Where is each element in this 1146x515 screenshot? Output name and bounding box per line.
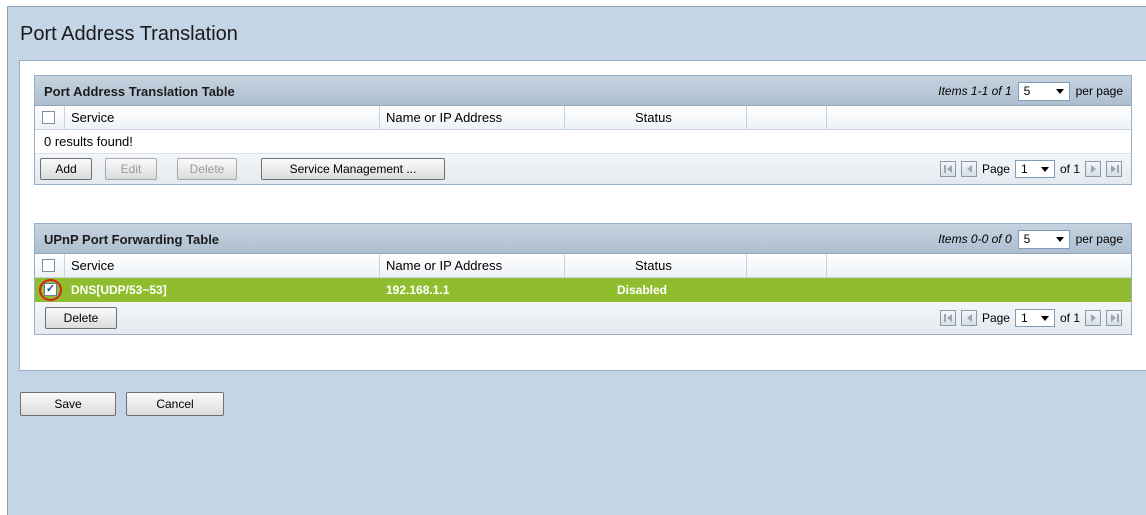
pat-page-of: of 1 xyxy=(1059,162,1080,176)
pat-items-count: Items 1-1 of 1 xyxy=(938,84,1012,98)
row-service: DNS[UDP/53~53] xyxy=(71,283,167,297)
pat-col-status[interactable]: Status xyxy=(565,106,747,130)
pat-action-row: Add Edit Delete Service Management ... P… xyxy=(35,154,1131,184)
chevron-down-icon xyxy=(1055,236,1064,242)
page-title: Port Address Translation xyxy=(20,23,238,45)
upnp-select-all-checkbox[interactable] xyxy=(42,259,55,272)
upnp-per-page-label: per page xyxy=(1075,232,1123,246)
upnp-per-page-select[interactable]: 5 xyxy=(1017,229,1070,249)
pat-table: Port Address Translation Table Items 1-1… xyxy=(34,75,1132,185)
upnp-action-row: Delete Page 1 of 1 xyxy=(35,302,1131,334)
upnp-items-count: Items 0-0 of 0 xyxy=(938,232,1012,246)
pat-col-service[interactable]: Service xyxy=(65,106,380,130)
table-row[interactable]: ✓ DNS[UDP/53~53] 192.168.1.1 Disabled xyxy=(35,278,1131,302)
pat-col-address[interactable]: Name or IP Address xyxy=(380,106,565,130)
row-checkbox[interactable]: ✓ xyxy=(44,283,57,296)
upnp-header-row: Service Name or IP Address Status xyxy=(35,254,1131,278)
row-address: 192.168.1.1 xyxy=(386,283,450,297)
upnp-select-all-cell xyxy=(35,254,65,278)
upnp-pager: Page 1 of 1 xyxy=(939,308,1122,328)
edit-button[interactable]: Edit xyxy=(105,158,157,180)
row-status: Disabled xyxy=(617,283,668,297)
next-page-icon[interactable] xyxy=(1085,310,1101,326)
chevron-down-icon xyxy=(1040,315,1049,321)
pat-per-page-label: per page xyxy=(1075,84,1123,98)
pat-select-all-cell xyxy=(35,106,65,130)
pat-page-select[interactable]: 1 xyxy=(1014,160,1055,178)
pat-pager: Page 1 of 1 xyxy=(939,159,1122,179)
chevron-down-icon xyxy=(1055,88,1064,94)
content-panel: Port Address Translation Table Items 1-1… xyxy=(19,60,1146,371)
pat-delete-button[interactable]: Delete xyxy=(177,158,237,180)
next-page-icon[interactable] xyxy=(1085,161,1101,177)
upnp-page-label: Page xyxy=(981,311,1010,325)
main-frame: Port Address Translation Port Address Tr… xyxy=(7,6,1146,515)
pat-col-extra xyxy=(747,106,827,130)
cancel-button[interactable]: Cancel xyxy=(126,392,224,416)
pat-header-row: Service Name or IP Address Status xyxy=(35,106,1131,130)
first-page-icon[interactable] xyxy=(939,310,956,326)
upnp-page-of: of 1 xyxy=(1059,311,1080,325)
prev-page-icon[interactable] xyxy=(960,310,977,326)
pat-table-title-bar: Port Address Translation Table Items 1-1… xyxy=(35,76,1131,106)
first-page-icon[interactable] xyxy=(939,161,956,177)
chevron-down-icon xyxy=(1040,166,1049,172)
pat-items-info: Items 1-1 of 1 5 per page xyxy=(938,81,1123,101)
upnp-col-address[interactable]: Name or IP Address xyxy=(380,254,565,278)
upnp-table-title-bar: UPnP Port Forwarding Table Items 0-0 of … xyxy=(35,224,1131,254)
upnp-items-info: Items 0-0 of 0 5 per page xyxy=(938,229,1123,249)
upnp-col-service[interactable]: Service xyxy=(65,254,380,278)
service-management-button[interactable]: Service Management ... xyxy=(261,158,445,180)
pat-per-page-select[interactable]: 5 xyxy=(1017,81,1070,101)
upnp-delete-button[interactable]: Delete xyxy=(45,307,117,329)
last-page-icon[interactable] xyxy=(1106,310,1122,326)
last-page-icon[interactable] xyxy=(1106,161,1122,177)
upnp-table: UPnP Port Forwarding Table Items 0-0 of … xyxy=(34,223,1132,335)
prev-page-icon[interactable] xyxy=(960,161,977,177)
upnp-page-select[interactable]: 1 xyxy=(1014,309,1055,327)
pat-page-label: Page xyxy=(981,162,1010,176)
upnp-col-status[interactable]: Status xyxy=(565,254,747,278)
pat-select-all-checkbox[interactable] xyxy=(42,111,55,124)
upnp-col-extra xyxy=(747,254,827,278)
pat-table-title: Port Address Translation Table xyxy=(44,84,235,99)
save-button[interactable]: Save xyxy=(20,392,116,416)
add-button[interactable]: Add xyxy=(40,158,92,180)
pat-empty-message: 0 results found! xyxy=(35,130,1131,154)
upnp-table-title: UPnP Port Forwarding Table xyxy=(44,232,220,247)
